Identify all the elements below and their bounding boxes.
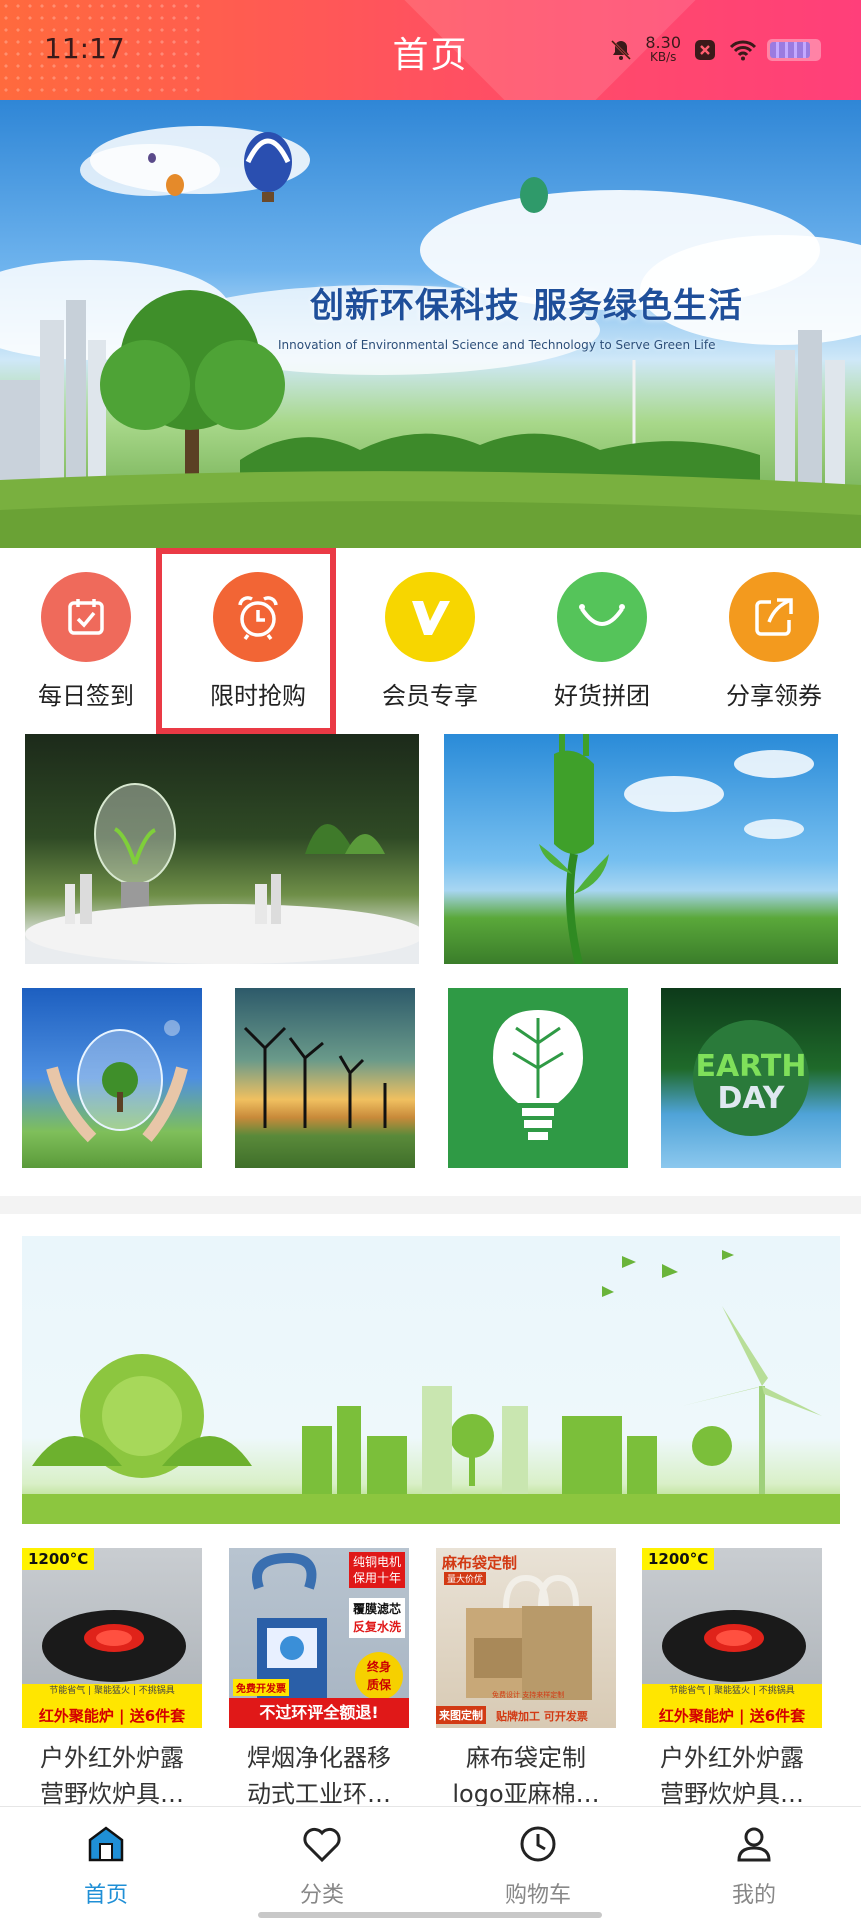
hero-banner[interactable]: 创新环保科技 服务绿色生活 Innovation of Environmenta…	[0, 100, 861, 548]
v-badge-icon	[385, 572, 475, 662]
quick-nav-label: 每日签到	[38, 682, 134, 710]
product-card[interactable]: 麻布袋定制 量大价优 免费设计 支持来样定制 来图定制 贴牌加工 可开发票 麻布…	[436, 1548, 616, 1812]
promo-image-green-plug[interactable]	[444, 734, 838, 964]
product-image: 麻布袋定制 量大价优 免费设计 支持来样定制 来图定制 贴牌加工 可开发票	[436, 1548, 616, 1728]
product-card[interactable]: 纯铜电机 保用十年 覆膜滤芯 反复水洗 终身 质保 免费开发票 不过环评全额退!…	[229, 1548, 409, 1812]
hero-subtitle: Innovation of Environmental Science and …	[278, 338, 716, 352]
quick-nav-share-coupon[interactable]: 分享领券	[688, 572, 860, 711]
product-tag-title: 麻布袋定制	[442, 1554, 518, 1572]
quick-nav-label: 分享领券	[726, 682, 822, 710]
clock-icon	[515, 1821, 561, 1867]
heart-icon	[299, 1821, 345, 1867]
hero-title: 创新环保科技 服务绿色生活	[310, 286, 743, 326]
calendar-check-icon	[41, 572, 131, 662]
product-tag-warranty: 终身 质保	[355, 1652, 403, 1700]
svg-text:DAY: DAY	[718, 1081, 786, 1116]
promo-image-wind-turbines[interactable]	[235, 988, 415, 1168]
product-strip-text: 不过环评全额退!	[229, 1698, 409, 1728]
product-image: 1200°C 节能省气 | 聚能猛火 | 不挑锅具 红外聚能炉 | 送6件套	[642, 1548, 822, 1728]
section-divider	[0, 1196, 861, 1214]
quick-nav-label: 会员专享	[382, 682, 478, 710]
tab-profile[interactable]: 我的	[654, 1821, 854, 1909]
product-strip-small: 节能省气 | 聚能猛火 | 不挑锅具	[22, 1684, 202, 1698]
product-tag-oem: 贴牌加工 可开发票	[496, 1710, 588, 1723]
product-name: 焊烟净化器移 动式工业环…	[247, 1744, 391, 1808]
product-image: 1200°C 节能省气 | 聚能猛火 | 不挑锅具 红外聚能炉 | 送6件套	[22, 1548, 202, 1728]
product-strip-text: 红外聚能炉 | 送6件套	[658, 1707, 806, 1725]
tab-label: 购物车	[504, 1883, 571, 1908]
product-strip-text: 红外聚能炉 | 送6件套	[38, 1707, 186, 1725]
product-card[interactable]: 1200°C 节能省气 | 聚能猛火 | 不挑锅具 红外聚能炉 | 送6件套 户…	[642, 1548, 822, 1812]
status-icons: 8.30 KB/s	[607, 30, 821, 70]
share-icon	[729, 572, 819, 662]
product-tag-design: 免费设计 支持来样定制	[492, 1691, 565, 1699]
product-badge: 1200°C	[22, 1548, 95, 1570]
tab-home[interactable]: 首页	[6, 1821, 206, 1909]
quick-nav-label: 好货拼团	[554, 682, 650, 710]
bell-muted-icon	[607, 36, 635, 64]
user-icon	[731, 1821, 777, 1867]
promo-image-earth-day[interactable]: EARTH DAY	[661, 988, 841, 1168]
tab-label: 首页	[83, 1883, 128, 1908]
product-name: 麻布袋定制 logo亚麻棉…	[452, 1744, 600, 1808]
product-name: 户外红外炉露 营野炊炉具…	[40, 1744, 184, 1808]
home-icon	[83, 1821, 129, 1867]
highlight-box	[156, 548, 336, 734]
product-tag-price: 量大价优	[444, 1572, 487, 1585]
net-speed: 8.30 KB/s	[645, 33, 681, 65]
product-strip-small: 节能省气 | 聚能猛火 | 不挑锅具	[642, 1684, 822, 1698]
home-indicator[interactable]	[258, 1912, 602, 1918]
tab-label: 分类	[299, 1883, 344, 1908]
smile-basket-icon	[557, 572, 647, 662]
quick-nav-group-buy[interactable]: 好货拼团	[516, 572, 688, 711]
tab-cart[interactable]: 购物车	[438, 1821, 638, 1909]
battery-icon	[767, 39, 821, 61]
tab-label: 我的	[731, 1883, 776, 1908]
eco-city-banner[interactable]	[22, 1236, 840, 1524]
promo-image-leaf-bulb[interactable]	[448, 988, 628, 1168]
header-bar: 11:17 首页 8.30 KB/s	[0, 0, 861, 100]
promo-image-hands-bubble[interactable]	[22, 988, 202, 1168]
wifi-icon	[729, 36, 757, 64]
promo-image-lightbulb-sprout[interactable]	[25, 734, 419, 964]
close-badge-icon	[691, 36, 719, 64]
tab-category[interactable]: 分类	[222, 1821, 422, 1909]
product-badge: 1200°C	[642, 1548, 715, 1570]
quick-nav: 每日签到 限时抢购 会员专享 好货拼团 分享领券	[0, 548, 861, 734]
quick-nav-member[interactable]: 会员专享	[344, 572, 516, 711]
product-tag-filter: 覆膜滤芯 反复水洗	[348, 1598, 405, 1638]
product-image: 纯铜电机 保用十年 覆膜滤芯 反复水洗 终身 质保 免费开发票 不过环评全额退!	[229, 1548, 409, 1728]
svg-text:EARTH: EARTH	[695, 1049, 806, 1084]
quick-nav-daily-checkin[interactable]: 每日签到	[0, 572, 172, 711]
product-tag-motor: 纯铜电机 保用十年	[348, 1552, 405, 1588]
product-tag-custom: 来图定制	[436, 1706, 486, 1724]
product-tag-invoice: 免费开发票	[233, 1679, 289, 1696]
product-name: 户外红外炉露 营野炊炉具…	[660, 1744, 804, 1808]
product-card[interactable]: 1200°C 节能省气 | 聚能猛火 | 不挑锅具 红外聚能炉 | 送6件套 户…	[22, 1548, 202, 1812]
bottom-tab-bar: 首页 分类 购物车 我的	[0, 1806, 861, 1920]
